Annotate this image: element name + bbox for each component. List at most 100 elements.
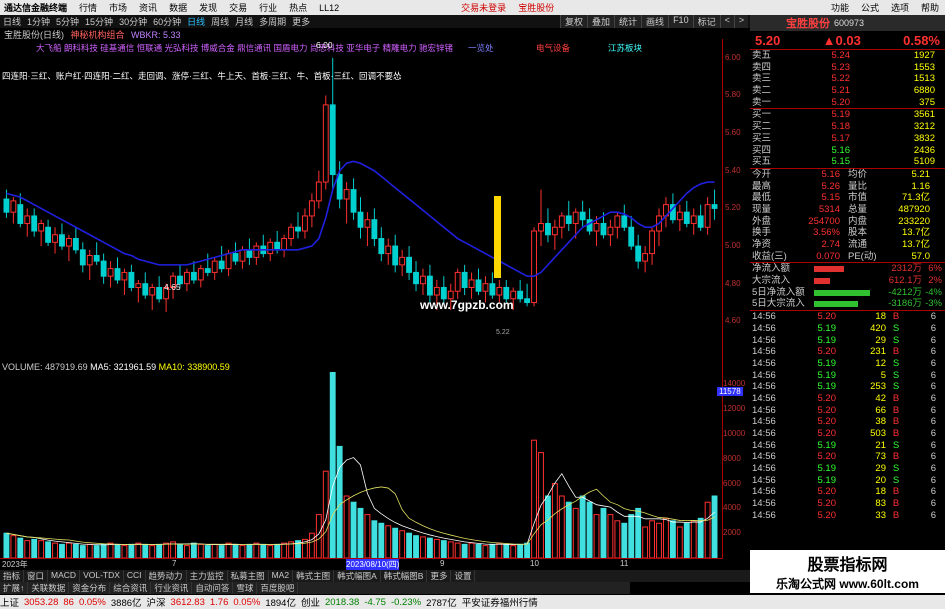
quick-next[interactable]: > [733,15,749,28]
period-60min[interactable]: 60分钟 [150,15,184,28]
volume-bar [579,495,586,558]
candle-body [697,215,704,228]
volume-bar [274,543,281,558]
tick-cell: B [892,311,900,323]
menu-item-discover[interactable]: 发现 [193,1,223,14]
trade-status[interactable]: 交易未登录 [455,1,512,14]
menu-item-trade[interactable]: 交易 [223,1,253,14]
index-sh-name[interactable]: 上证 [0,595,19,609]
menu-formula[interactable]: 公式 [855,1,885,14]
period-month[interactable]: 月线 [232,15,256,28]
tab-news[interactable]: 综合资讯 [110,582,152,594]
candle-body [142,283,149,296]
tick-cell: B [892,404,900,416]
quick-stats[interactable]: 统计 [614,15,642,28]
tab-indicator[interactable]: 指标 [0,570,25,582]
index-hs-name[interactable]: 沪深 [147,595,166,609]
quick-draw[interactable]: 画线 [641,15,669,28]
tab-expand[interactable]: 扩展↑ [0,582,29,594]
date-label-2: 2023/08/10(四) [346,559,400,570]
volume-bar [635,507,642,558]
candle-body [121,271,128,281]
menu-help[interactable]: 帮助 [915,1,945,14]
tick-cell: 18 [875,486,886,498]
index-cy-name[interactable]: 创业 [301,595,320,609]
menu-item-exchange[interactable]: 市场 [103,1,133,14]
period-5min[interactable]: 5分钟 [53,15,82,28]
tab-window[interactable]: 窗口 [24,570,49,582]
flow-label: 5日大宗流入 [752,298,805,310]
tick-cell: 14:56 [752,311,776,323]
quick-mark[interactable]: 标记 [692,15,720,28]
tick-row: 14:56 5.19 5 S 6 [750,370,945,382]
candle-body [628,226,635,247]
stat-row-cell: 最高 [752,180,772,192]
quick-f10[interactable]: F10 [668,15,693,28]
tab-baidu[interactable]: 百度股吧 [257,582,299,594]
indicator-tabs: 指标 窗口 MACD VOL-TDX CCI 趋势动力 主力监控 私募主图 MA… [0,570,750,582]
quick-fuquan[interactable]: 复权 [560,15,588,28]
tab-trend-power[interactable]: 趋势动力 [146,570,187,582]
tab-macd[interactable]: MACD [48,570,81,582]
period-0[interactable]: 日线 [0,15,24,28]
menu-item-ll12[interactable]: LL12 [313,3,345,13]
tick-cell: 5.20 [817,311,837,323]
tab-ma2[interactable]: MA2 [269,570,294,582]
period-15min[interactable]: 15分钟 [82,15,116,28]
period-day[interactable]: 日线 [184,15,208,28]
tab-industry-news[interactable]: 行业资讯 [151,582,193,594]
tab-korean-main[interactable]: 韩式主图 [293,570,335,582]
quick-overlay[interactable]: 叠加 [587,15,615,28]
menu-function[interactable]: 功能 [825,1,855,14]
price-row: 5.20 ▲0.03 0.58% [750,31,945,49]
menu-item-news[interactable]: 资讯 [133,1,163,14]
tick-cell: B [892,416,900,428]
candle-body [433,286,440,296]
tick-cell: 14:56 [752,381,776,393]
volume-bar [642,526,649,558]
tab-korean-b[interactable]: 韩式幅图B [381,570,428,582]
price-tick: 4.80 [725,278,741,288]
volume-chart[interactable] [0,372,722,558]
ask-row-cell: 1553 [913,61,935,73]
period-week[interactable]: 周线 [208,15,232,28]
volume-bar [475,543,482,558]
tick-cell: 5.19 [817,322,837,334]
tab-settings[interactable]: 设置 [451,570,476,582]
index-cy-pct: -0.23% [390,596,422,608]
menu-options[interactable]: 选项 [885,1,915,14]
quick-prev[interactable]: < [719,15,734,28]
stock-link[interactable]: 宝胜股份 [512,1,560,14]
candle-body [378,238,385,255]
menu-item-market[interactable]: 行情 [73,1,103,14]
tab-qa[interactable]: 自动问答 [192,582,234,594]
stat-row-cell: 0.070 [816,250,840,262]
period-30min[interactable]: 30分钟 [116,15,150,28]
tab-related[interactable]: 关联数据 [28,582,70,594]
menu-item-industry[interactable]: 行业 [253,1,283,14]
period-more[interactable]: 更多 [289,15,313,28]
tab-xueqiu[interactable]: 雪球 [233,582,258,594]
candle-body [135,283,142,288]
tick-cell: 33 [875,509,886,521]
ask-row-cell: 卖五 [752,50,772,61]
menu-item-data[interactable]: 数据 [163,1,193,14]
tab-main-monitor[interactable]: 主力监控 [187,570,228,582]
tab-korean-a[interactable]: 韩式幅图A [334,570,381,582]
tab-more[interactable]: 更多 [427,570,452,582]
tab-vol-tdx[interactable]: VOL-TDX [80,570,124,582]
candle-body [350,189,357,213]
candles-group [3,57,718,312]
volume-bar [246,543,253,558]
tick-cell: B [892,451,900,463]
menu-item-hotspot[interactable]: 热点 [283,1,313,14]
period-1min[interactable]: 1分钟 [24,15,53,28]
tab-fund-dist[interactable]: 资金分布 [69,582,111,594]
tab-cci[interactable]: CCI [124,570,146,582]
period-multi[interactable]: 多周期 [256,15,289,28]
volume-bar [142,543,149,558]
stock-name: 宝胜股份 [786,18,830,30]
tick-cell: 38 [875,416,886,428]
tab-private-main[interactable]: 私募主图 [228,570,269,582]
candlestick-chart[interactable] [0,39,722,359]
